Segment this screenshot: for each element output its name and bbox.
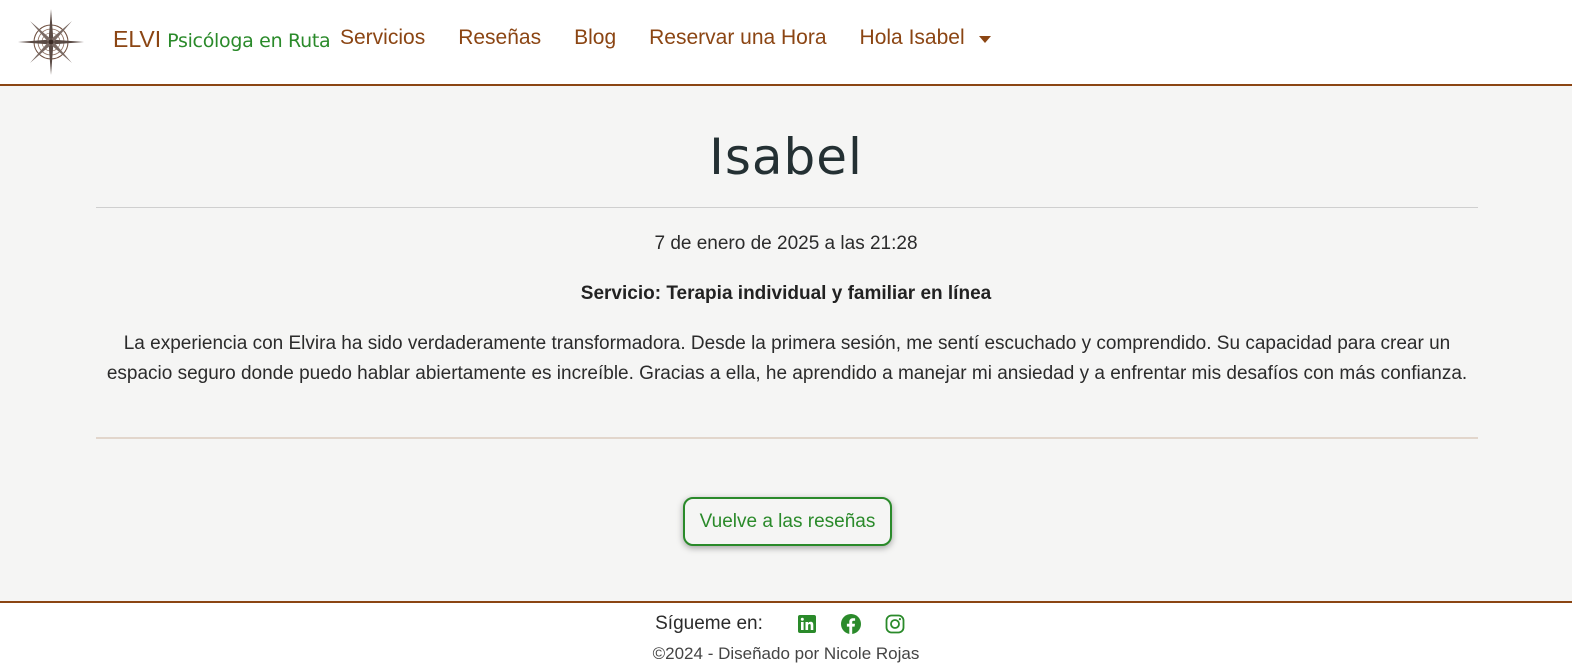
linkedin-icon[interactable] xyxy=(796,613,818,635)
back-to-reviews-button[interactable]: Vuelve a las reseñas xyxy=(683,497,892,546)
nav-item-reservar[interactable]: Reservar una Hora xyxy=(649,26,826,50)
footer: Sígueme en: ©2024 - Diseñado por Nicole … xyxy=(0,601,1572,670)
follow-label: Sígueme en: xyxy=(655,613,763,634)
nav-item-blog[interactable]: Blog xyxy=(574,26,616,50)
caret-down-icon xyxy=(978,35,991,43)
copyright-text: ©2024 - Diseñado por Nicole Rojas xyxy=(652,644,920,663)
review-detail: Isabel 7 de enero de 2025 a las 21:28 Se… xyxy=(0,88,1572,601)
review-date: 7 de enero de 2025 a las 21:28 xyxy=(654,233,918,254)
brand-name: ELVI xyxy=(113,26,162,52)
main-nav: Servicios Reseñas Blog Reservar una Hora… xyxy=(340,26,1024,50)
brand-link[interactable]: ELVI Psicóloga en Ruta xyxy=(113,26,331,53)
navbar: ELVI Psicóloga en Ruta Servicios Reseñas… xyxy=(0,0,1572,86)
divider-top xyxy=(96,207,1478,208)
review-author-title: Isabel xyxy=(709,128,863,186)
compass-logo-icon[interactable] xyxy=(16,7,86,77)
social-row: Sígueme en: xyxy=(0,613,1572,635)
instagram-icon[interactable] xyxy=(884,613,906,635)
nav-item-servicios[interactable]: Servicios xyxy=(340,26,425,50)
review-text: La experiencia con Elvira ha sido verdad… xyxy=(106,333,1468,384)
user-menu-label: Hola Isabel xyxy=(859,26,965,49)
brand-tagline: Psicóloga en Ruta xyxy=(167,30,331,52)
review-service: Servicio: Terapia individual y familiar … xyxy=(580,283,992,304)
nav-item-resenas[interactable]: Reseñas xyxy=(458,26,541,50)
divider-bottom xyxy=(96,437,1478,439)
facebook-icon[interactable] xyxy=(840,613,862,635)
user-menu-dropdown[interactable]: Hola Isabel xyxy=(860,26,991,50)
